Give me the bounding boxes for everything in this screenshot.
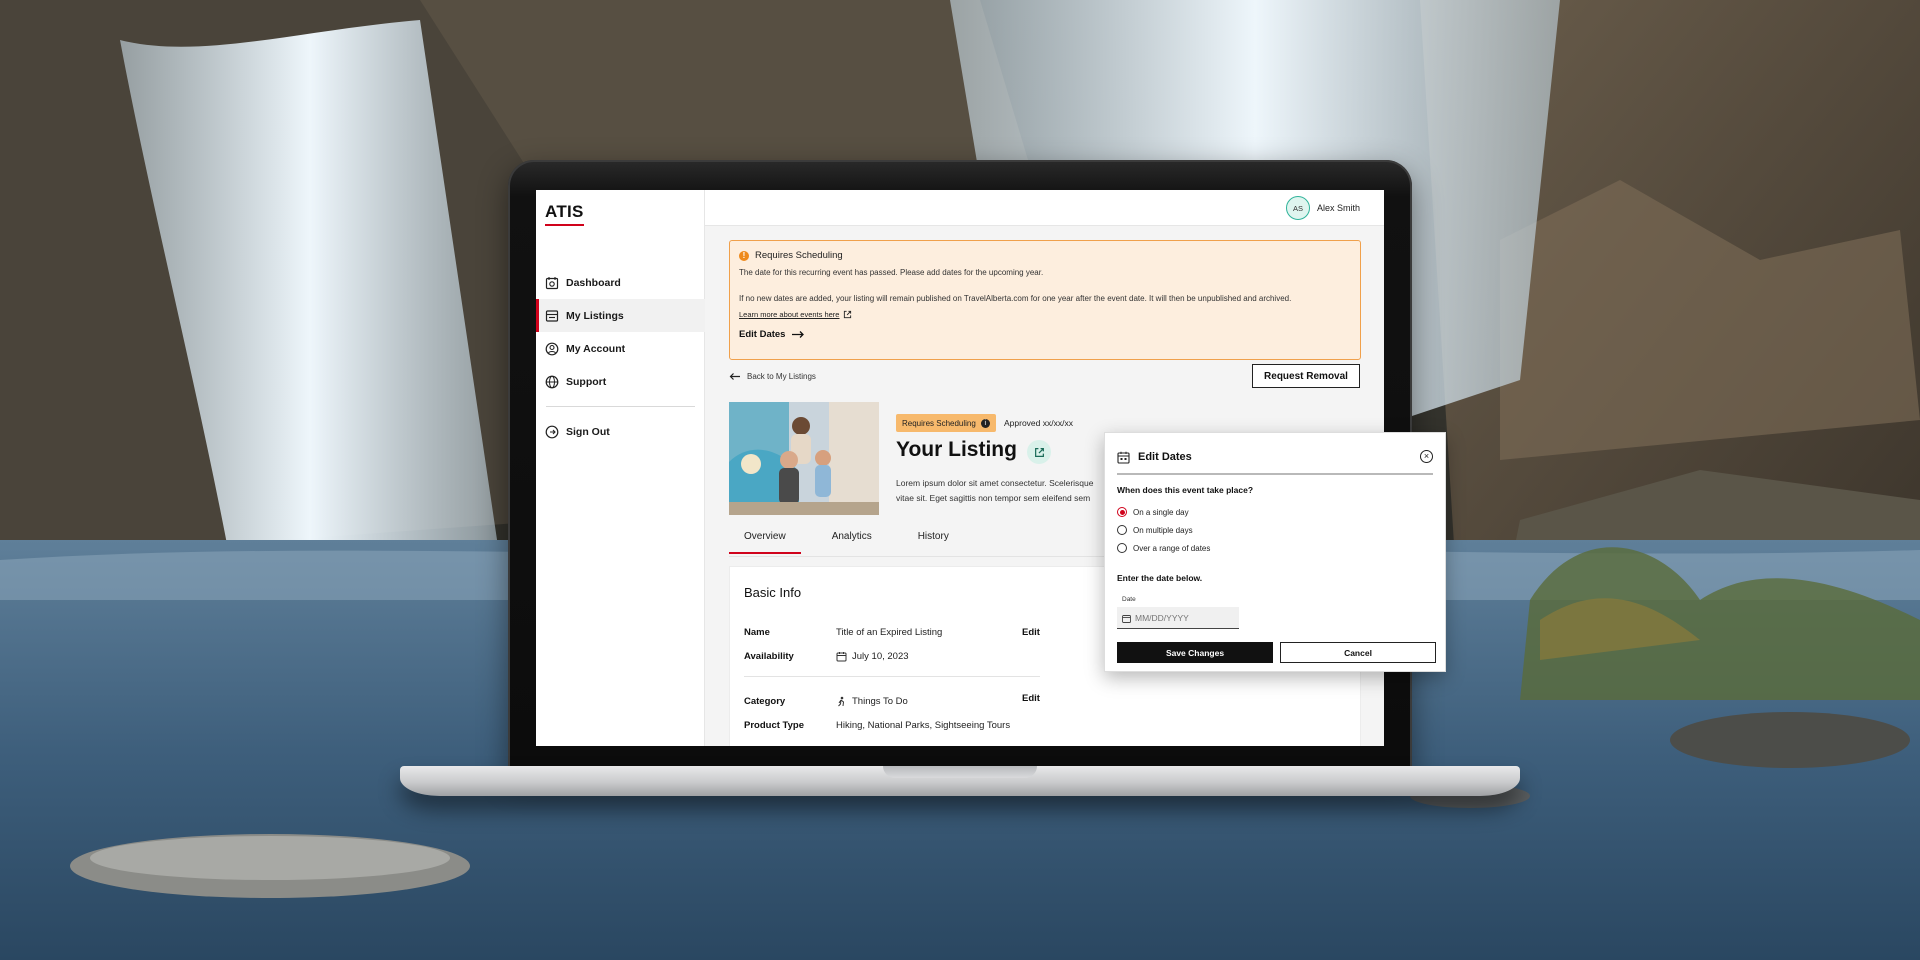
row-value-wrap: Things To Do [836,696,908,707]
alert-title: ! Requires Scheduling [739,250,1351,261]
sign-out-label: Sign Out [566,425,610,438]
globe-icon [545,375,559,389]
back-link-text: Back to My Listings [747,372,816,381]
user-menu[interactable]: AS Alex Smith [1285,196,1360,220]
sign-out-button[interactable]: Sign Out [536,415,705,448]
listing-description: Lorem ipsum dolor sit amet consectetur. … [896,476,1116,506]
edit-dates-text: Edit Dates [739,329,786,340]
edit-category-button[interactable]: Edit [1022,693,1040,704]
radio-unselected[interactable] [1117,525,1127,535]
save-changes-button[interactable]: Save Changes [1117,642,1273,663]
edit-dates-link[interactable]: Edit Dates [739,329,1351,340]
open-listing-button[interactable] [1027,440,1051,464]
sidebar-item-label: My Account [566,342,626,355]
scheduling-alert: ! Requires Scheduling The date for this … [729,240,1361,360]
arrow-left-icon [729,373,740,380]
option-label: Over a range of dates [1133,543,1211,553]
sign-out-icon [545,425,559,439]
warning-icon: ! [739,250,749,261]
learn-more-link[interactable]: Learn more about events here [739,310,852,319]
sidebar: ATIS Dashboard My Listings My Account Su… [536,190,705,746]
arrow-right-icon [792,331,805,338]
radio-unselected[interactable] [1117,543,1127,553]
alert-title-text: Requires Scheduling [755,250,843,261]
info-icon[interactable]: i [980,418,990,428]
calendar-icon [836,652,847,662]
date-field-label: Date [1122,596,1136,603]
sidebar-divider [546,406,695,407]
alert-detail: If no new dates are added, your listing … [739,294,1292,303]
page-title: Your Listing [896,438,1017,461]
sidebar-item-label: My Listings [566,309,624,322]
learn-more-text: Learn more about events here [739,310,840,319]
top-bar: AS Alex Smith [705,190,1384,226]
sidebar-nav: Dashboard My Listings My Account Support [536,266,705,448]
sidebar-item-label: Support [566,375,607,388]
status-badge: Requires Scheduling i [896,414,996,432]
radio-selected[interactable] [1117,507,1127,517]
account-icon [545,342,559,356]
sidebar-item-my-listings[interactable]: My Listings [536,299,705,332]
option-range-of-dates[interactable]: Over a range of dates [1117,543,1210,553]
modal-header: Edit Dates × [1117,445,1433,469]
row-value: Title of an Expired Listing [836,627,943,638]
option-label: On multiple days [1133,525,1193,535]
approved-date: Approved xx/xx/xx [1004,418,1073,428]
row-label: Availability [744,651,794,662]
listings-icon [545,309,559,323]
user-name: Alex Smith [1316,203,1360,213]
info-row-name: Name Title of an Expired Listing [744,627,942,638]
info-row-product-type: Product Type Hiking, National Parks, Sig… [744,720,1010,731]
option-multiple-days[interactable]: On multiple days [1117,525,1193,535]
calendar-icon [1117,451,1130,464]
description-line: Lorem ipsum dolor sit amet consectetur. … [896,478,1094,488]
sidebar-item-my-account[interactable]: My Account [536,332,705,365]
date-input[interactable] [1117,607,1239,629]
row-value: Hiking, National Parks, Sightseeing Tour… [836,720,1011,731]
activity-icon [838,696,845,707]
alert-message: The date for this recurring event has pa… [739,268,1044,277]
row-label: Name [744,627,770,638]
external-link-icon [844,310,852,319]
row-label: Category [744,696,786,707]
listing-photo [729,402,879,515]
row-label: Product Type [744,720,804,731]
modal-title: Edit Dates [1138,451,1192,463]
app-logo[interactable]: ATIS [545,202,584,226]
row-value-wrap: July 10, 2023 [836,651,909,662]
tab-overview[interactable]: Overview [729,531,801,554]
info-row-availability: Availability July 10, 2023 [744,651,909,662]
event-question: When does this event take place? [1117,485,1254,495]
sidebar-item-support[interactable]: Support [536,365,705,398]
edit-name-button[interactable]: Edit [1022,627,1040,638]
option-label: On a single day [1133,507,1189,517]
request-removal-button[interactable]: Request Removal [1252,364,1360,388]
tab-analytics[interactable]: Analytics [817,531,887,554]
calendar-icon [1122,615,1131,623]
card-divider [744,676,1040,677]
sidebar-item-label: Dashboard [566,276,621,289]
row-value: July 10, 2023 [852,651,909,662]
basic-info-title: Basic Info [744,585,802,600]
back-to-listings-link[interactable]: Back to My Listings [729,372,816,381]
row-value: Things To Do [852,696,908,707]
close-icon[interactable]: × [1420,450,1433,463]
dashboard-icon [545,276,559,290]
option-single-day[interactable]: On a single day [1117,507,1189,517]
avatar: AS [1285,196,1310,220]
external-link-icon [1034,447,1044,457]
info-row-category: Category Things To Do [744,696,908,707]
sidebar-item-dashboard[interactable]: Dashboard [536,266,705,299]
cancel-button[interactable]: Cancel [1280,642,1436,663]
edit-dates-modal: Edit Dates × When does this event take p… [1104,432,1446,672]
laptop-notch [883,766,1037,778]
tab-history[interactable]: History [903,531,964,554]
enter-date-prompt: Enter the date below. [1117,573,1203,583]
listing-tabs: Overview Analytics History [729,531,980,554]
status-badge-text: Requires Scheduling [902,418,976,428]
description-line: vitae sit. Eget sagittis non tempor sem … [896,493,1091,503]
modal-divider [1117,473,1433,475]
